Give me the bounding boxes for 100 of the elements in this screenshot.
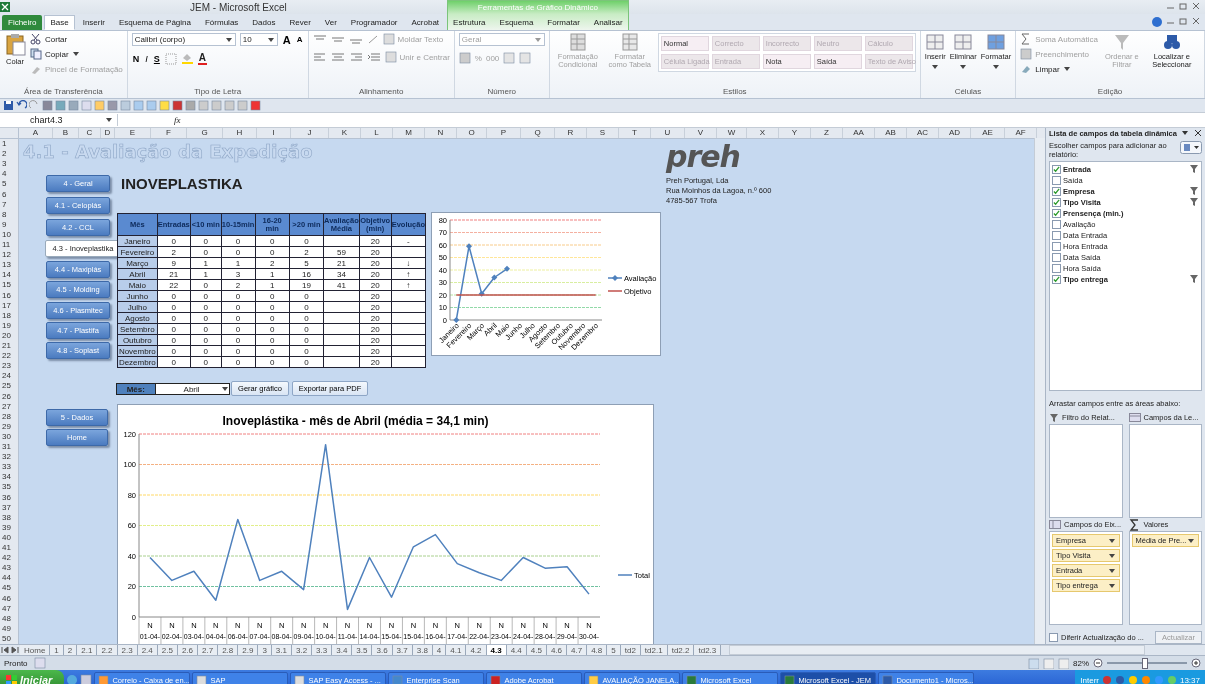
table-cell: 20 bbox=[359, 268, 392, 280]
table-cell: 0 bbox=[221, 290, 256, 302]
company-logo: preh bbox=[666, 142, 741, 174]
table-cell: 34 bbox=[323, 268, 360, 280]
company-heading: INOVEPLASTIKA bbox=[121, 175, 244, 194]
table-cell: 0 bbox=[157, 323, 191, 335]
month-cell: Junho bbox=[117, 290, 158, 302]
contextual-title: Ferramentas de Gráfico Dinâmico bbox=[477, 3, 598, 12]
table-cell: ↓ bbox=[391, 257, 426, 269]
table-cell: 0 bbox=[289, 301, 324, 313]
table-cell: 0 bbox=[157, 334, 191, 346]
table-cell: 20 bbox=[359, 301, 392, 313]
table-cell: 19 bbox=[289, 279, 324, 291]
table-cell: 0 bbox=[289, 290, 324, 302]
table-cell: 0 bbox=[289, 356, 324, 368]
group-label: Células bbox=[953, 87, 983, 98]
group-label: Tipo de Letra bbox=[193, 87, 243, 98]
table-cell: 59 bbox=[323, 246, 360, 258]
table-cell: 0 bbox=[221, 235, 256, 247]
table-cell: 0 bbox=[190, 235, 222, 247]
table-cell: 20 bbox=[359, 279, 392, 291]
table-cell: 0 bbox=[255, 334, 290, 346]
table-cell: 1 bbox=[221, 257, 256, 269]
table-cell: 20 bbox=[359, 235, 392, 247]
table-cell: 20 bbox=[359, 356, 392, 368]
table-cell: 0 bbox=[289, 345, 324, 357]
table-cell: 0 bbox=[190, 334, 222, 346]
month-cell: Agosto bbox=[117, 312, 158, 324]
table-cell: 0 bbox=[255, 290, 290, 302]
table-cell: 22 bbox=[157, 279, 191, 291]
month-cell: Julho bbox=[117, 301, 158, 313]
table-cell: 21 bbox=[157, 268, 191, 280]
table-cell: 16 bbox=[289, 268, 324, 280]
group-label: Número bbox=[486, 87, 518, 98]
table-cell: 0 bbox=[255, 323, 290, 335]
group-label: Estilos bbox=[722, 87, 748, 98]
table-cell: 1 bbox=[190, 268, 222, 280]
table-cell: 0 bbox=[221, 246, 256, 258]
table-cell: 20 bbox=[359, 345, 392, 357]
table-cell: 3 bbox=[221, 268, 256, 280]
table-cell: 0 bbox=[289, 323, 324, 335]
window-title: JEM - Microsoft Excel bbox=[190, 2, 287, 13]
table-cell: 1 bbox=[255, 268, 290, 280]
month-cell: Maio bbox=[117, 279, 158, 291]
table-cell: 0 bbox=[190, 301, 222, 313]
status-text: Pronto bbox=[4, 658, 28, 668]
table-cell: 0 bbox=[221, 334, 256, 346]
table-cell: 0 bbox=[221, 312, 256, 324]
table-cell: 0 bbox=[221, 323, 256, 335]
table-cell: 0 bbox=[255, 235, 290, 247]
table-cell: ↑ bbox=[391, 268, 426, 280]
table-cell: 0 bbox=[190, 345, 222, 357]
table-cell: 0 bbox=[221, 345, 256, 357]
month-cell: Fevereiro bbox=[117, 246, 158, 258]
table-cell: 9 bbox=[157, 257, 191, 269]
table-cell: 0 bbox=[157, 290, 191, 302]
month-cell: Março bbox=[117, 257, 158, 269]
table-cell: 2 bbox=[221, 279, 256, 291]
table-cell: 20 bbox=[359, 312, 392, 324]
table-cell: 0 bbox=[157, 312, 191, 324]
table-cell: 0 bbox=[289, 312, 324, 324]
table-cell: - bbox=[391, 235, 426, 247]
tray-text: Interr bbox=[1080, 675, 1099, 684]
table-cell: 5 bbox=[289, 257, 324, 269]
table-cell: 0 bbox=[157, 235, 191, 247]
table-cell: 0 bbox=[190, 312, 222, 324]
chart-title: Inoveplástika - mês de Abril (média = 34,1 min) bbox=[222, 414, 489, 428]
table-cell: 0 bbox=[157, 345, 191, 357]
month-cell: Abril bbox=[117, 268, 158, 280]
month-cell: Outubro bbox=[117, 334, 158, 346]
table-cell: ↑ bbox=[391, 279, 426, 291]
table-cell: 2 bbox=[289, 246, 324, 258]
table-cell: 21 bbox=[323, 257, 360, 269]
group-label: Alinhamento bbox=[357, 87, 405, 98]
table-cell: 0 bbox=[190, 246, 222, 258]
table-cell: 0 bbox=[157, 301, 191, 313]
table-cell: 0 bbox=[190, 279, 222, 291]
table-cell: 0 bbox=[255, 345, 290, 357]
table-cell: 0 bbox=[157, 356, 191, 368]
table-cell: 0 bbox=[190, 290, 222, 302]
table-cell: 0 bbox=[255, 301, 290, 313]
table-cell: 20 bbox=[359, 334, 392, 346]
table-cell: 0 bbox=[221, 356, 256, 368]
table-cell: 0 bbox=[289, 235, 324, 247]
table-cell: 1 bbox=[190, 257, 222, 269]
table-cell: 20 bbox=[359, 257, 392, 269]
table-cell: 20 bbox=[359, 246, 392, 258]
table-cell: 0 bbox=[289, 334, 324, 346]
clock: 13:37 bbox=[1179, 675, 1200, 684]
table-cell: 0 bbox=[255, 356, 290, 368]
month-cell: Janeiro bbox=[117, 235, 158, 247]
table-cell: 2 bbox=[255, 257, 290, 269]
table-cell: 0 bbox=[255, 312, 290, 324]
table-cell: 2 bbox=[157, 246, 191, 258]
month-cell: Dezembro bbox=[117, 356, 158, 368]
table-cell: 0 bbox=[255, 246, 290, 258]
table-cell: 41 bbox=[323, 279, 360, 291]
table-cell: 0 bbox=[190, 356, 222, 368]
table-cell: 0 bbox=[190, 323, 222, 335]
group-label: Área de Transferência bbox=[23, 87, 104, 98]
